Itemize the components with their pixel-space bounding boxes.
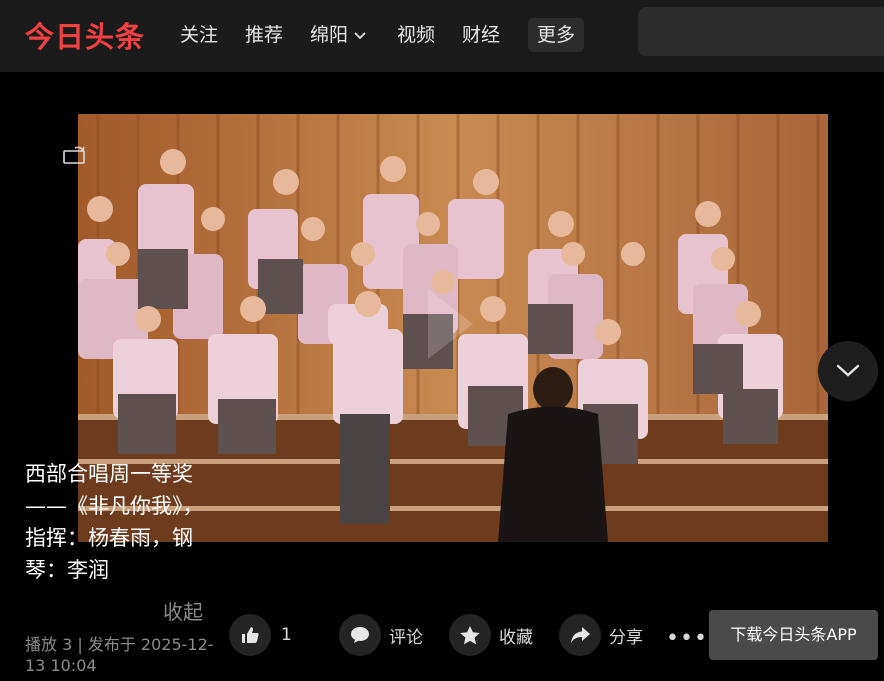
like-button[interactable]: 1 bbox=[229, 614, 292, 656]
toutiao-logo[interactable]: 今日头条 bbox=[25, 14, 145, 56]
collapse-button[interactable]: 收起 bbox=[163, 596, 203, 625]
nav-item-video[interactable]: 视频 bbox=[397, 18, 435, 52]
chevron-down-icon bbox=[354, 31, 366, 39]
chevron-down-icon bbox=[836, 364, 860, 377]
like-count: 1 bbox=[281, 625, 292, 645]
star-icon bbox=[449, 614, 491, 656]
video-meta: 播放 3 | 发布于 2025-12-13 10:04 bbox=[25, 635, 214, 675]
download-app-button[interactable]: 下载今日头条APP bbox=[709, 610, 878, 660]
share-arrow-icon bbox=[559, 614, 601, 656]
favorite-label: 收藏 bbox=[499, 627, 533, 648]
nav-item-city-label: 绵阳 bbox=[310, 24, 349, 46]
nav-item-follow[interactable]: 关注 bbox=[180, 18, 218, 52]
comment-button[interactable]: 评论 bbox=[339, 614, 423, 656]
share-label: 分享 bbox=[609, 627, 643, 648]
rotate-screen-icon[interactable] bbox=[61, 142, 87, 166]
nav-item-recommend[interactable]: 推荐 bbox=[245, 18, 283, 52]
top-navigation-bar: 今日头条 关注 推荐 绵阳 视频 财经 更多 bbox=[0, 0, 884, 72]
comment-label: 评论 bbox=[389, 627, 423, 648]
comment-bubble-icon bbox=[339, 614, 381, 656]
favorite-button[interactable]: 收藏 bbox=[449, 614, 533, 656]
nav-item-more[interactable]: 更多 bbox=[528, 18, 585, 52]
nav-item-city[interactable]: 绵阳 bbox=[310, 18, 366, 52]
next-video-button[interactable] bbox=[818, 341, 878, 401]
nav-item-finance[interactable]: 财经 bbox=[462, 18, 500, 52]
search-input[interactable] bbox=[638, 7, 884, 56]
more-options-button[interactable]: ••• bbox=[666, 626, 708, 651]
video-title: 西部合唱周一等奖——《非凡你我》，指挥：杨春雨，钢琴：李润 bbox=[25, 462, 204, 582]
share-button[interactable]: 分享 bbox=[559, 614, 643, 656]
thumbs-up-icon bbox=[229, 614, 271, 656]
